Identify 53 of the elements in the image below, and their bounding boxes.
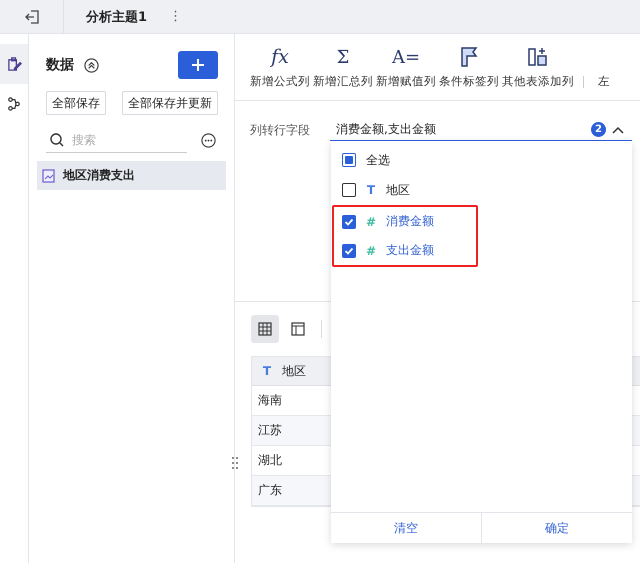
checkbox[interactable] bbox=[342, 153, 356, 167]
column-add-icon bbox=[528, 47, 548, 67]
save-button[interactable]: 全部保存 bbox=[46, 91, 106, 115]
option-label: 支出金额 bbox=[386, 242, 434, 259]
toolbar-button[interactable]: A= 新增赋值列 bbox=[376, 46, 436, 89]
formula-icon: Σ bbox=[336, 46, 350, 68]
view-toggle[interactable] bbox=[251, 315, 279, 343]
chart-file-icon bbox=[42, 168, 55, 182]
checkbox[interactable] bbox=[342, 244, 356, 258]
toolbar-button[interactable]: 其他表添加列 bbox=[502, 46, 574, 89]
checkbox[interactable] bbox=[342, 214, 356, 228]
field-type-icon: # bbox=[366, 244, 376, 258]
toolbar-button[interactable]: fx 新增公式列 bbox=[250, 46, 310, 89]
field-type-icon: T bbox=[366, 183, 376, 197]
search-field[interactable]: 搜索 bbox=[70, 132, 170, 148]
field-type-icon: # bbox=[366, 214, 376, 228]
add-button[interactable] bbox=[178, 51, 218, 79]
option-label: 消费金额 bbox=[386, 213, 434, 230]
edit-icon bbox=[6, 56, 22, 72]
option-row[interactable]: 全选 bbox=[331, 145, 632, 175]
layout-icon bbox=[291, 322, 305, 336]
footer-button[interactable]: 确定 bbox=[481, 513, 632, 543]
option-row[interactable]: # 支出金额 bbox=[334, 236, 476, 265]
text-type-icon: T bbox=[262, 364, 272, 378]
toolbar-button[interactable]: Σ 新增汇总列 bbox=[313, 46, 373, 89]
rail-tab[interactable] bbox=[0, 44, 28, 84]
flag-icon bbox=[460, 47, 478, 67]
panel-title: 数据 bbox=[46, 56, 74, 74]
window-title: 分析主题1 bbox=[86, 8, 148, 26]
drag-handle-icon[interactable] bbox=[231, 456, 239, 470]
grid-icon bbox=[258, 322, 272, 336]
collapse-icon[interactable] bbox=[84, 58, 99, 72]
plus-icon bbox=[192, 59, 204, 71]
more-menu[interactable]: ⋮ bbox=[169, 9, 182, 24]
footer-button[interactable]: 清空 bbox=[331, 513, 481, 543]
more-icon[interactable] bbox=[201, 132, 216, 148]
formula-icon: fx bbox=[271, 46, 289, 68]
field-label: 列转行字段 bbox=[250, 122, 311, 138]
exit-icon[interactable] bbox=[24, 10, 38, 24]
dataset-label: 地区消费支出 bbox=[63, 167, 135, 184]
count-badge: 2 bbox=[591, 122, 606, 137]
toolbar-button[interactable]: 条件标签列 bbox=[439, 46, 499, 89]
checkbox[interactable] bbox=[342, 183, 356, 197]
option-row[interactable]: T 地区 bbox=[331, 175, 632, 205]
dataset-item[interactable]: 地区消费支出 bbox=[37, 161, 226, 190]
option-label: 地区 bbox=[386, 182, 410, 198]
search-icon bbox=[50, 132, 64, 146]
toolbar-label[interactable]: 左 bbox=[598, 74, 610, 89]
option-label: 全选 bbox=[366, 152, 390, 168]
option-row[interactable]: # 消费金额 bbox=[334, 207, 476, 236]
formula-icon: A= bbox=[392, 46, 420, 68]
connection-icon bbox=[7, 97, 21, 111]
save-button[interactable]: 全部保存并更新 bbox=[122, 91, 218, 115]
